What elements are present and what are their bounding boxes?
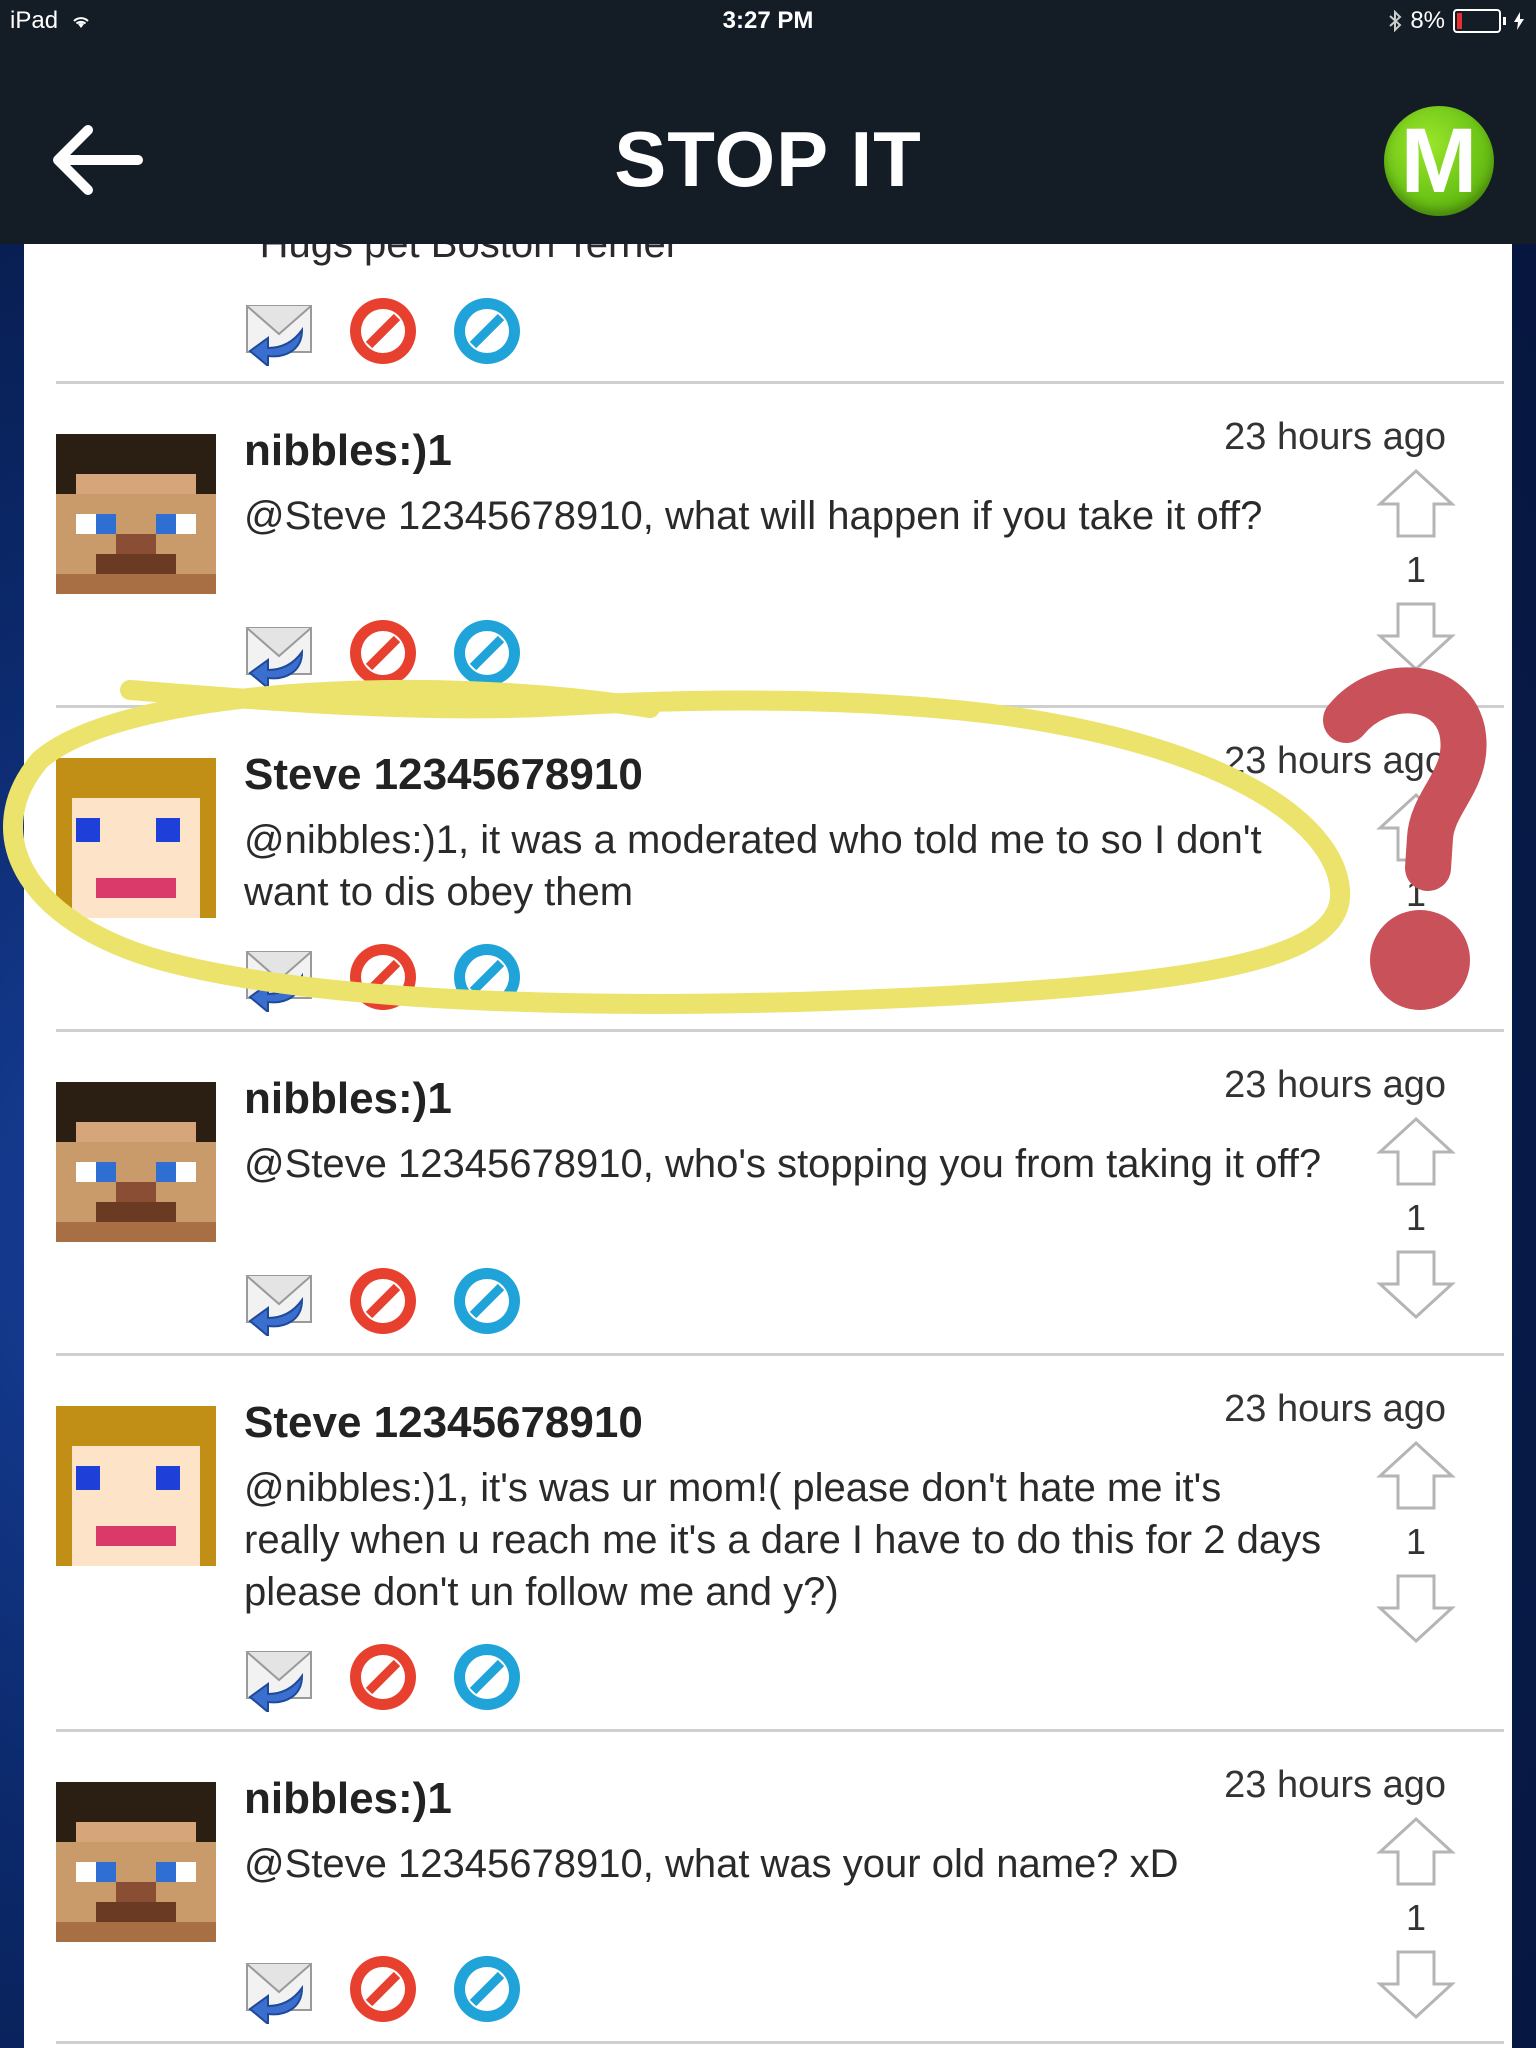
comment-text: *Hugs pet Boston Terrier* xyxy=(244,244,695,266)
block-icon[interactable] xyxy=(348,618,418,688)
comment-text: @Steve 12345678910, what was your old na… xyxy=(244,1842,1179,1886)
unfollow-icon[interactable] xyxy=(452,942,522,1012)
vote-controls: 1 xyxy=(1376,468,1456,672)
comment-username[interactable]: Steve 12345678910 xyxy=(244,750,643,800)
reply-icon[interactable] xyxy=(244,1642,314,1712)
comment-text: @nibbles:)1, it's was ur mom!( please do… xyxy=(244,1466,1322,1614)
downvote-arrow-icon[interactable] xyxy=(1376,1248,1456,1320)
comment-actions xyxy=(244,296,522,366)
upvote-arrow-icon[interactable] xyxy=(1376,468,1456,540)
comment-username[interactable]: Steve 12345678910 xyxy=(244,1398,643,1448)
charging-icon xyxy=(1514,12,1524,30)
vote-count: 1 xyxy=(1405,1521,1427,1562)
reply-icon[interactable] xyxy=(244,618,314,688)
comment-username[interactable]: nibbles:)1 xyxy=(244,1774,452,1824)
unfollow-icon[interactable] xyxy=(452,618,522,688)
downvote-arrow-icon[interactable] xyxy=(1376,600,1456,672)
divider xyxy=(56,2041,1504,2044)
status-right: 8% xyxy=(1388,7,1524,35)
avatar[interactable] xyxy=(56,1782,216,1942)
comment-text: @Steve 12345678910, who's stopping you f… xyxy=(244,1142,1322,1186)
comment-timestamp: 23 hours ago xyxy=(1224,1388,1446,1430)
bluetooth-icon xyxy=(1389,10,1402,32)
comment-timestamp: 23 hours ago xyxy=(1224,1764,1446,1806)
upvote-arrow-icon[interactable] xyxy=(1376,792,1456,864)
unfollow-icon[interactable] xyxy=(452,1954,522,2024)
vote-controls: 1 xyxy=(1376,792,1456,996)
reply-icon[interactable] xyxy=(244,1954,314,2024)
reply-icon[interactable] xyxy=(244,1266,314,1336)
block-icon[interactable] xyxy=(348,942,418,1012)
comment-timestamp: 23 hours ago xyxy=(1224,416,1446,458)
vote-controls: 1 xyxy=(1376,1816,1456,2020)
vote-count: 1 xyxy=(1405,873,1427,914)
block-icon[interactable] xyxy=(348,1642,418,1712)
comments-panel[interactable]: *Hugs pet Boston Terrier* nibbles:)1 23 … xyxy=(24,244,1512,2048)
avatar[interactable] xyxy=(56,434,216,594)
battery-icon xyxy=(1453,9,1501,33)
status-time: 3:27 PM xyxy=(722,7,814,34)
divider xyxy=(56,1729,1504,1732)
comment-username[interactable]: nibbles:)1 xyxy=(244,1074,452,1124)
comment-username[interactable]: nibbles:)1 xyxy=(244,426,452,476)
comment-text: @nibbles:)1, it was a moderated who told… xyxy=(244,818,1262,914)
comment-timestamp: 23 hours ago xyxy=(1224,1064,1446,1106)
upvote-arrow-icon[interactable] xyxy=(1376,1816,1456,1888)
reply-icon[interactable] xyxy=(244,942,314,1012)
unfollow-icon[interactable] xyxy=(452,1642,522,1712)
vote-controls: 1 xyxy=(1376,1440,1456,1644)
comment-actions xyxy=(244,1954,522,2024)
comment-actions xyxy=(244,618,522,688)
battery-percent: 8% xyxy=(1410,7,1445,34)
divider xyxy=(56,1029,1504,1032)
comment-timestamp: 23 hours ago xyxy=(1224,740,1446,782)
divider xyxy=(56,381,1504,384)
downvote-arrow-icon[interactable] xyxy=(1376,1572,1456,1644)
block-icon[interactable] xyxy=(348,1954,418,2024)
comment-text: @Steve 12345678910, what will happen if … xyxy=(244,494,1263,538)
unfollow-icon[interactable] xyxy=(452,296,522,366)
downvote-arrow-icon[interactable] xyxy=(1376,1948,1456,2020)
battery-tip xyxy=(1503,17,1506,25)
vote-count: 1 xyxy=(1405,1897,1427,1938)
avatar[interactable] xyxy=(56,1406,216,1566)
avatar[interactable] xyxy=(56,758,216,918)
comment-actions xyxy=(244,1642,522,1712)
avatar[interactable] xyxy=(56,1082,216,1242)
nav-bar: STOP IT M xyxy=(0,42,1536,244)
comment-actions xyxy=(244,942,522,1012)
comment-actions xyxy=(244,1266,522,1336)
divider xyxy=(56,705,1504,708)
upvote-arrow-icon[interactable] xyxy=(1376,1116,1456,1188)
block-icon[interactable] xyxy=(348,296,418,366)
page-title: STOP IT xyxy=(614,115,922,203)
reply-icon[interactable] xyxy=(244,296,314,366)
vote-count: 1 xyxy=(1405,1197,1427,1238)
app-logo[interactable]: M xyxy=(1384,106,1494,216)
status-bar: iPad 3:27 PM 8% xyxy=(0,0,1536,42)
vote-controls: 1 xyxy=(1376,1116,1456,1320)
downvote-arrow-icon[interactable] xyxy=(1376,924,1456,996)
unfollow-icon[interactable] xyxy=(452,1266,522,1336)
block-icon[interactable] xyxy=(348,1266,418,1336)
upvote-arrow-icon[interactable] xyxy=(1376,1440,1456,1512)
divider xyxy=(56,1353,1504,1356)
vote-count: 1 xyxy=(1405,549,1427,590)
